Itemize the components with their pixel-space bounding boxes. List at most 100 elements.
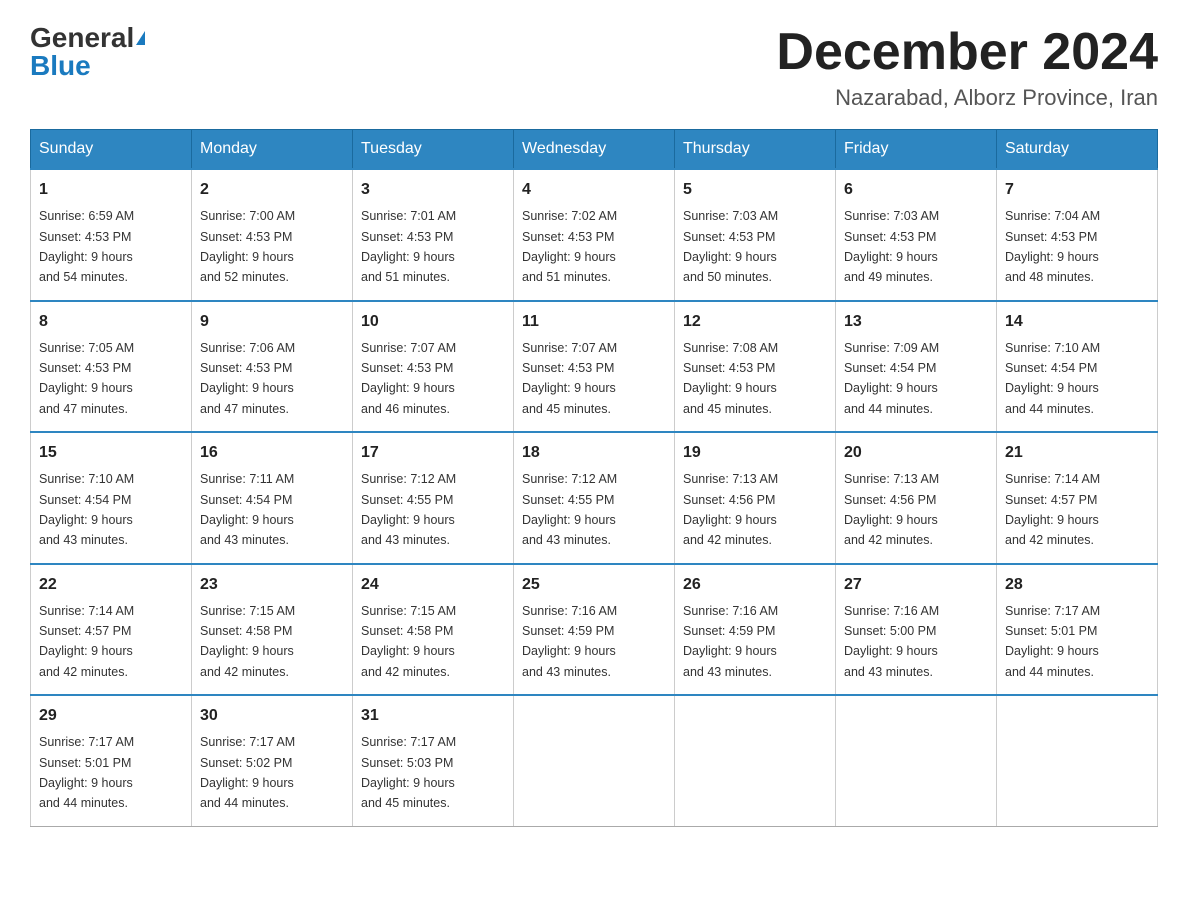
day-info: Sunrise: 7:17 AMSunset: 5:01 PMDaylight:… — [39, 735, 134, 810]
calendar-day-cell: 21 Sunrise: 7:14 AMSunset: 4:57 PMDaylig… — [997, 432, 1158, 564]
page-header: General Blue December 2024 Nazarabad, Al… — [30, 24, 1158, 111]
day-number: 20 — [844, 441, 988, 465]
day-info: Sunrise: 7:11 AMSunset: 4:54 PMDaylight:… — [200, 472, 294, 547]
day-number: 13 — [844, 310, 988, 334]
title-block: December 2024 Nazarabad, Alborz Province… — [776, 24, 1158, 111]
calendar-day-cell: 19 Sunrise: 7:13 AMSunset: 4:56 PMDaylig… — [675, 432, 836, 564]
calendar-day-cell: 18 Sunrise: 7:12 AMSunset: 4:55 PMDaylig… — [514, 432, 675, 564]
calendar-day-cell: 23 Sunrise: 7:15 AMSunset: 4:58 PMDaylig… — [192, 564, 353, 696]
day-info: Sunrise: 7:08 AMSunset: 4:53 PMDaylight:… — [683, 341, 778, 416]
day-number: 26 — [683, 573, 827, 597]
logo-triangle-icon — [136, 31, 145, 45]
calendar-day-cell: 26 Sunrise: 7:16 AMSunset: 4:59 PMDaylig… — [675, 564, 836, 696]
calendar-week-row: 29 Sunrise: 7:17 AMSunset: 5:01 PMDaylig… — [31, 695, 1158, 826]
calendar-day-cell: 17 Sunrise: 7:12 AMSunset: 4:55 PMDaylig… — [353, 432, 514, 564]
calendar-day-cell: 1 Sunrise: 6:59 AMSunset: 4:53 PMDayligh… — [31, 169, 192, 301]
calendar-header-row: SundayMondayTuesdayWednesdayThursdayFrid… — [31, 130, 1158, 170]
day-info: Sunrise: 7:10 AMSunset: 4:54 PMDaylight:… — [1005, 341, 1100, 416]
day-number: 10 — [361, 310, 505, 334]
month-title: December 2024 — [776, 24, 1158, 81]
logo-blue-text: Blue — [30, 52, 91, 80]
calendar-week-row: 22 Sunrise: 7:14 AMSunset: 4:57 PMDaylig… — [31, 564, 1158, 696]
calendar-week-row: 8 Sunrise: 7:05 AMSunset: 4:53 PMDayligh… — [31, 301, 1158, 433]
calendar-day-cell: 9 Sunrise: 7:06 AMSunset: 4:53 PMDayligh… — [192, 301, 353, 433]
day-info: Sunrise: 7:07 AMSunset: 4:53 PMDaylight:… — [522, 341, 617, 416]
day-info: Sunrise: 7:17 AMSunset: 5:03 PMDaylight:… — [361, 735, 456, 810]
day-number: 18 — [522, 441, 666, 465]
calendar-day-cell: 24 Sunrise: 7:15 AMSunset: 4:58 PMDaylig… — [353, 564, 514, 696]
day-number: 31 — [361, 704, 505, 728]
day-number: 19 — [683, 441, 827, 465]
calendar-day-cell: 20 Sunrise: 7:13 AMSunset: 4:56 PMDaylig… — [836, 432, 997, 564]
calendar-day-cell: 12 Sunrise: 7:08 AMSunset: 4:53 PMDaylig… — [675, 301, 836, 433]
day-info: Sunrise: 7:16 AMSunset: 5:00 PMDaylight:… — [844, 604, 939, 679]
calendar-day-cell: 11 Sunrise: 7:07 AMSunset: 4:53 PMDaylig… — [514, 301, 675, 433]
day-info: Sunrise: 7:16 AMSunset: 4:59 PMDaylight:… — [522, 604, 617, 679]
day-number: 4 — [522, 178, 666, 202]
day-info: Sunrise: 7:14 AMSunset: 4:57 PMDaylight:… — [39, 604, 134, 679]
day-number: 28 — [1005, 573, 1149, 597]
calendar-day-cell: 29 Sunrise: 7:17 AMSunset: 5:01 PMDaylig… — [31, 695, 192, 826]
day-info: Sunrise: 7:12 AMSunset: 4:55 PMDaylight:… — [361, 472, 456, 547]
day-number: 7 — [1005, 178, 1149, 202]
calendar-day-cell: 4 Sunrise: 7:02 AMSunset: 4:53 PMDayligh… — [514, 169, 675, 301]
location-title: Nazarabad, Alborz Province, Iran — [776, 85, 1158, 111]
calendar-day-cell: 2 Sunrise: 7:00 AMSunset: 4:53 PMDayligh… — [192, 169, 353, 301]
calendar-empty-cell — [675, 695, 836, 826]
calendar-day-cell: 30 Sunrise: 7:17 AMSunset: 5:02 PMDaylig… — [192, 695, 353, 826]
day-number: 11 — [522, 310, 666, 334]
day-number: 14 — [1005, 310, 1149, 334]
calendar-day-cell: 3 Sunrise: 7:01 AMSunset: 4:53 PMDayligh… — [353, 169, 514, 301]
day-number: 9 — [200, 310, 344, 334]
day-number: 30 — [200, 704, 344, 728]
day-info: Sunrise: 7:15 AMSunset: 4:58 PMDaylight:… — [200, 604, 295, 679]
calendar-day-cell: 7 Sunrise: 7:04 AMSunset: 4:53 PMDayligh… — [997, 169, 1158, 301]
calendar-week-row: 15 Sunrise: 7:10 AMSunset: 4:54 PMDaylig… — [31, 432, 1158, 564]
day-info: Sunrise: 7:03 AMSunset: 4:53 PMDaylight:… — [844, 209, 939, 284]
calendar-day-cell: 5 Sunrise: 7:03 AMSunset: 4:53 PMDayligh… — [675, 169, 836, 301]
col-header-monday: Monday — [192, 130, 353, 170]
day-number: 24 — [361, 573, 505, 597]
day-info: Sunrise: 7:10 AMSunset: 4:54 PMDaylight:… — [39, 472, 134, 547]
calendar-day-cell: 16 Sunrise: 7:11 AMSunset: 4:54 PMDaylig… — [192, 432, 353, 564]
day-info: Sunrise: 7:01 AMSunset: 4:53 PMDaylight:… — [361, 209, 456, 284]
calendar-day-cell: 31 Sunrise: 7:17 AMSunset: 5:03 PMDaylig… — [353, 695, 514, 826]
day-number: 23 — [200, 573, 344, 597]
day-info: Sunrise: 7:00 AMSunset: 4:53 PMDaylight:… — [200, 209, 295, 284]
day-info: Sunrise: 6:59 AMSunset: 4:53 PMDaylight:… — [39, 209, 134, 284]
calendar-week-row: 1 Sunrise: 6:59 AMSunset: 4:53 PMDayligh… — [31, 169, 1158, 301]
day-info: Sunrise: 7:06 AMSunset: 4:53 PMDaylight:… — [200, 341, 295, 416]
day-info: Sunrise: 7:16 AMSunset: 4:59 PMDaylight:… — [683, 604, 778, 679]
col-header-saturday: Saturday — [997, 130, 1158, 170]
day-info: Sunrise: 7:12 AMSunset: 4:55 PMDaylight:… — [522, 472, 617, 547]
day-number: 17 — [361, 441, 505, 465]
calendar-day-cell: 6 Sunrise: 7:03 AMSunset: 4:53 PMDayligh… — [836, 169, 997, 301]
col-header-sunday: Sunday — [31, 130, 192, 170]
day-number: 22 — [39, 573, 183, 597]
day-number: 29 — [39, 704, 183, 728]
calendar-empty-cell — [836, 695, 997, 826]
day-number: 1 — [39, 178, 183, 202]
logo: General Blue — [30, 24, 145, 80]
day-info: Sunrise: 7:17 AMSunset: 5:02 PMDaylight:… — [200, 735, 295, 810]
col-header-wednesday: Wednesday — [514, 130, 675, 170]
calendar-empty-cell — [997, 695, 1158, 826]
day-info: Sunrise: 7:07 AMSunset: 4:53 PMDaylight:… — [361, 341, 456, 416]
calendar-day-cell: 28 Sunrise: 7:17 AMSunset: 5:01 PMDaylig… — [997, 564, 1158, 696]
calendar-day-cell: 15 Sunrise: 7:10 AMSunset: 4:54 PMDaylig… — [31, 432, 192, 564]
calendar-table: SundayMondayTuesdayWednesdayThursdayFrid… — [30, 129, 1158, 827]
day-info: Sunrise: 7:09 AMSunset: 4:54 PMDaylight:… — [844, 341, 939, 416]
day-info: Sunrise: 7:14 AMSunset: 4:57 PMDaylight:… — [1005, 472, 1100, 547]
day-info: Sunrise: 7:15 AMSunset: 4:58 PMDaylight:… — [361, 604, 456, 679]
day-number: 21 — [1005, 441, 1149, 465]
col-header-thursday: Thursday — [675, 130, 836, 170]
day-info: Sunrise: 7:04 AMSunset: 4:53 PMDaylight:… — [1005, 209, 1100, 284]
day-number: 12 — [683, 310, 827, 334]
day-info: Sunrise: 7:13 AMSunset: 4:56 PMDaylight:… — [844, 472, 939, 547]
calendar-day-cell: 22 Sunrise: 7:14 AMSunset: 4:57 PMDaylig… — [31, 564, 192, 696]
day-info: Sunrise: 7:03 AMSunset: 4:53 PMDaylight:… — [683, 209, 778, 284]
calendar-day-cell: 10 Sunrise: 7:07 AMSunset: 4:53 PMDaylig… — [353, 301, 514, 433]
col-header-friday: Friday — [836, 130, 997, 170]
calendar-day-cell: 8 Sunrise: 7:05 AMSunset: 4:53 PMDayligh… — [31, 301, 192, 433]
col-header-tuesday: Tuesday — [353, 130, 514, 170]
